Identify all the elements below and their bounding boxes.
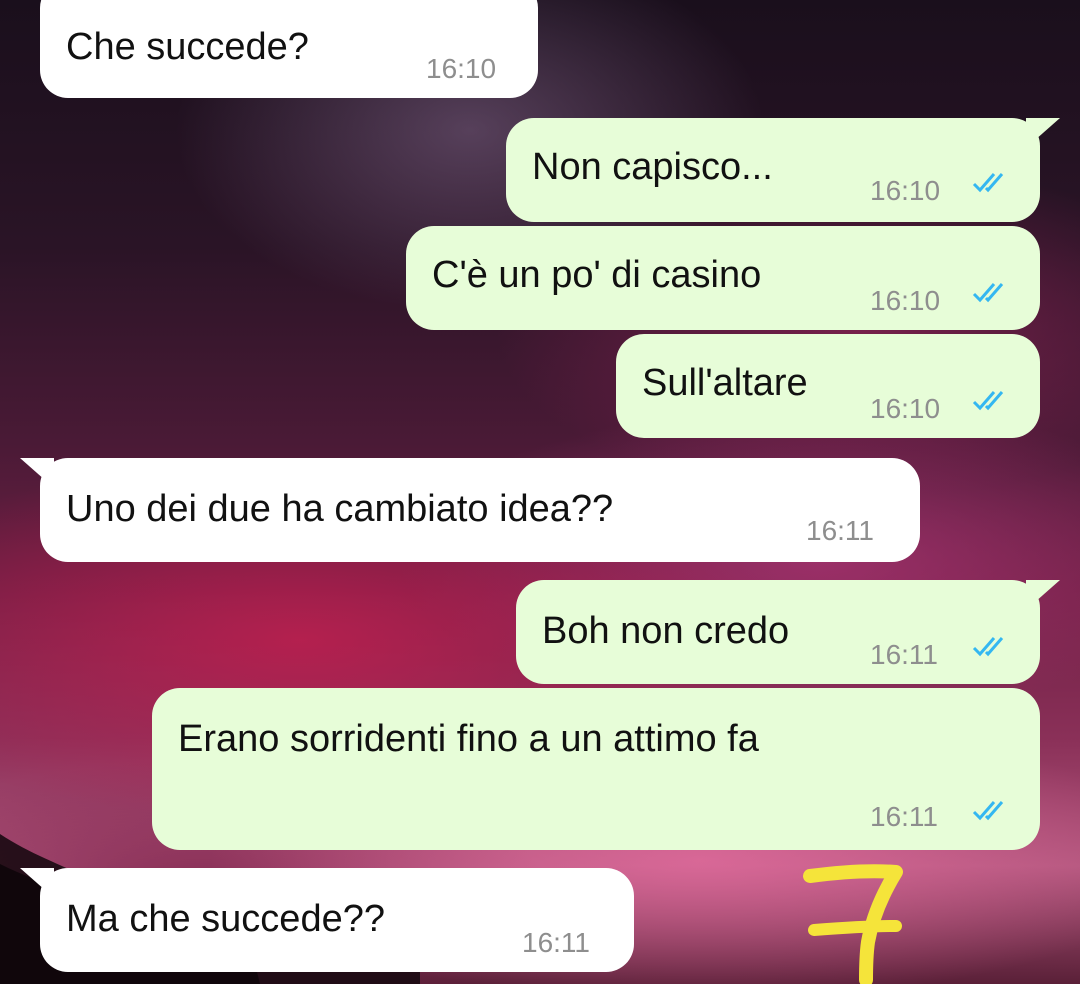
message-bubble-incoming[interactable]: Ma che succede?? 16:11: [20, 868, 634, 972]
message-time: 16:11: [870, 639, 938, 670]
message-text: Uno dei due ha cambiato idea??: [66, 488, 614, 530]
message-time: 16:11: [806, 515, 874, 546]
double-check-icon: [972, 801, 1004, 821]
message-text: Sull'altare: [642, 362, 808, 404]
message-time: 16:10: [870, 393, 941, 424]
message-text: Che succede?: [66, 26, 309, 68]
message-bubble-outgoing[interactable]: Erano sorridenti fino a un attimo fa 16:…: [152, 688, 1040, 850]
message-bubble-outgoing[interactable]: Sull'altare 16:10: [616, 334, 1040, 438]
bubble-tail: [1026, 118, 1060, 148]
message-time: 16:10: [870, 285, 941, 316]
message-text: Ma che succede??: [66, 898, 385, 940]
message-time: 16:11: [870, 801, 938, 832]
message-text: C'è un po' di casino: [432, 254, 762, 296]
message-bubble-outgoing[interactable]: Boh non credo 16:11: [516, 580, 1060, 684]
double-check-icon: [972, 283, 1004, 303]
double-check-icon: [972, 391, 1004, 411]
message-bubble-incoming[interactable]: Uno dei due ha cambiato idea?? 16:11: [20, 458, 920, 562]
message-text: Non capisco...: [532, 146, 773, 188]
bubble-tail: [20, 458, 54, 488]
double-check-icon: [972, 637, 1004, 657]
message-time: 16:10: [426, 53, 497, 84]
message-time: 16:11: [522, 927, 590, 958]
message-bubble-incoming[interactable]: Che succede? 16:10: [40, 0, 538, 98]
message-bubble-outgoing[interactable]: C'è un po' di casino 16:10: [406, 226, 1040, 330]
message-text: Boh non credo: [542, 610, 790, 652]
handdrawn-seven-icon: [803, 864, 903, 984]
message-time: 16:10: [870, 175, 941, 206]
bubble-tail: [1026, 580, 1060, 610]
message-text: Erano sorridenti fino a un attimo fa: [178, 718, 759, 760]
bubble-tail: [20, 868, 54, 898]
message-bubble-outgoing[interactable]: Non capisco... 16:10: [506, 118, 1060, 222]
double-check-icon: [972, 173, 1004, 193]
